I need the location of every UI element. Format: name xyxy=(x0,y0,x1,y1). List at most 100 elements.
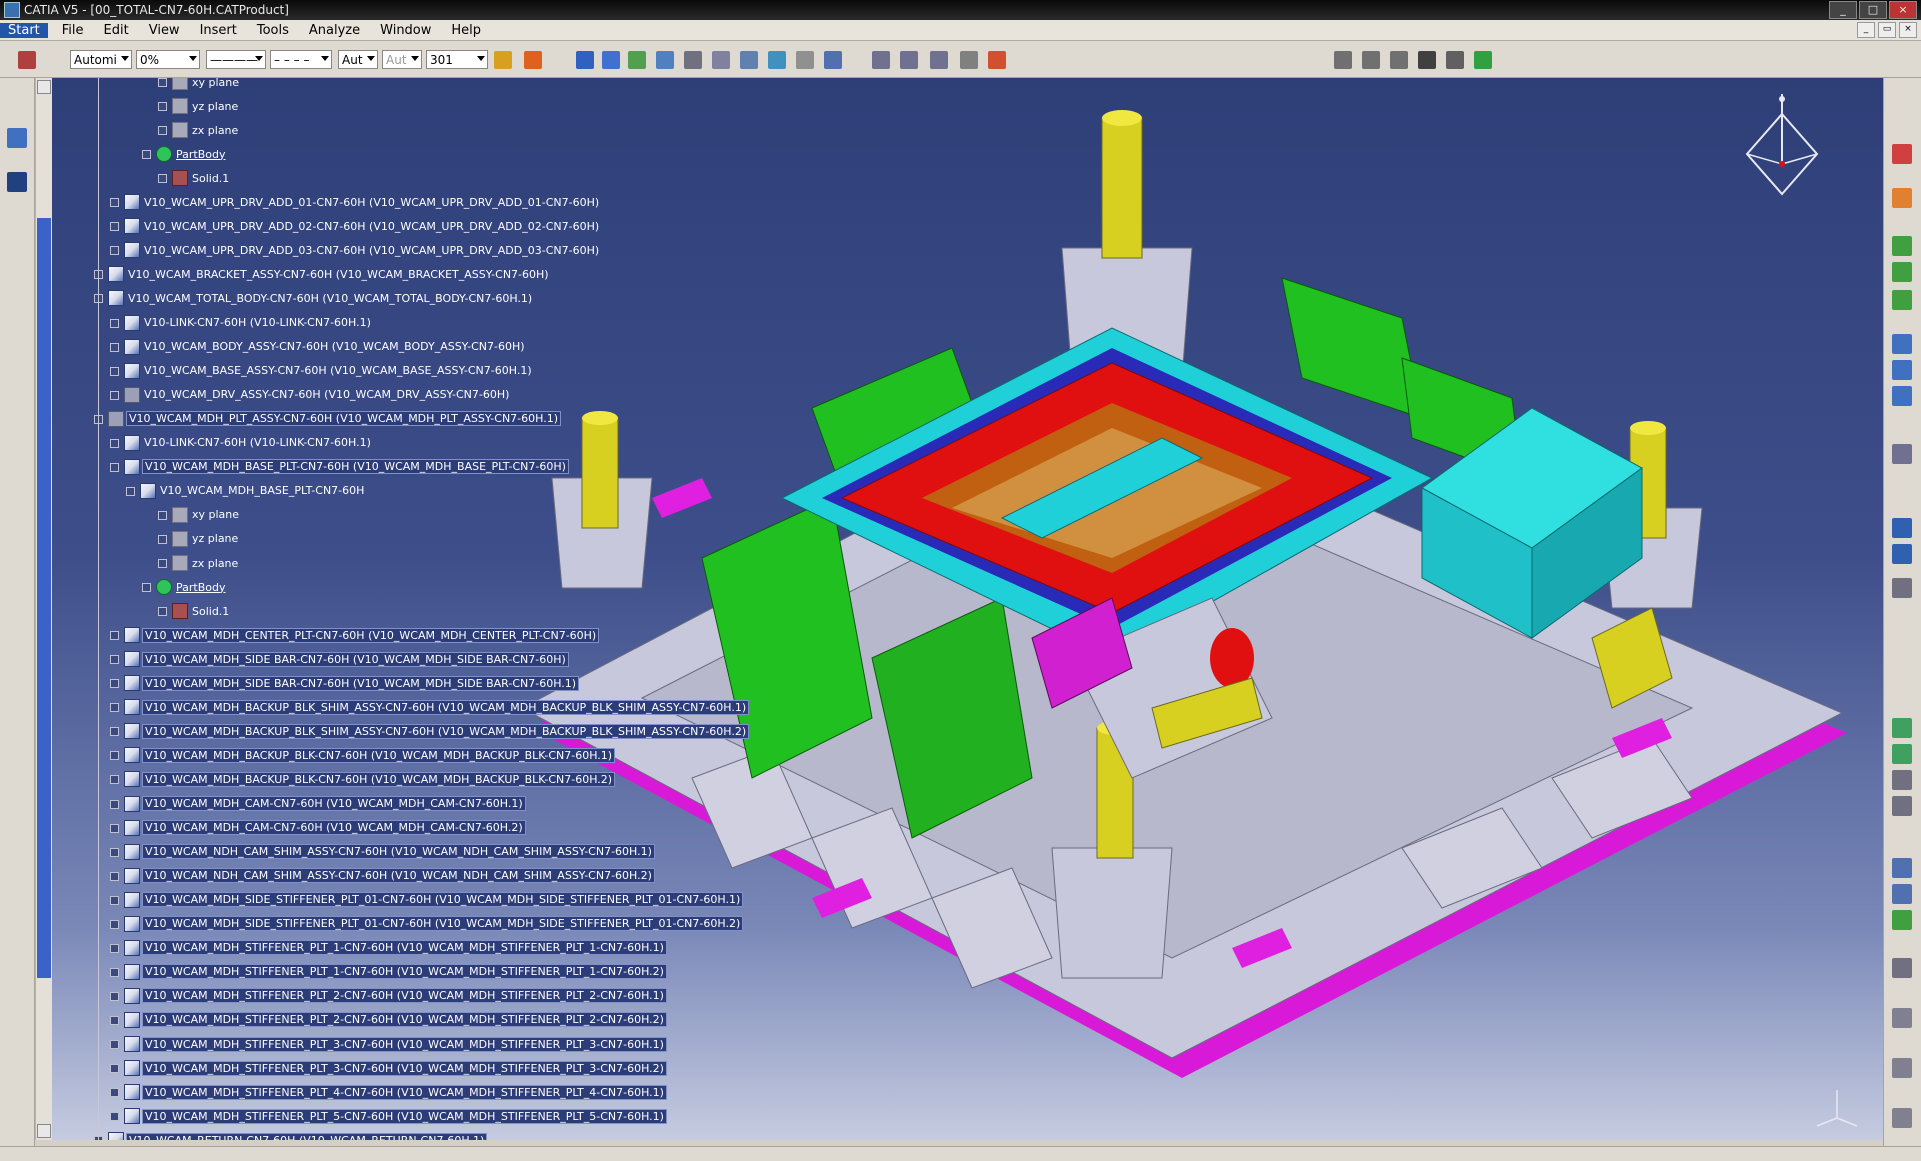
menu-analyze[interactable]: Analyze xyxy=(299,23,370,38)
explode-icon[interactable] xyxy=(768,51,786,69)
expand-toggle-icon[interactable] xyxy=(110,390,119,400)
snap-icon[interactable] xyxy=(1892,518,1912,538)
save-icon[interactable] xyxy=(1418,51,1436,69)
tree-node[interactable]: V10_WCAM_MDH_STIFFENER_PLT_3-CN7-60H (V1… xyxy=(110,1059,667,1077)
tree-scrollbar[interactable] xyxy=(35,78,52,1140)
analysis-icon-2[interactable] xyxy=(1892,884,1912,904)
catalog-icon[interactable] xyxy=(1474,51,1492,69)
tree-node[interactable]: V10_WCAM_MDH_BASE_PLT-CN7-60H xyxy=(126,482,366,500)
expand-toggle-icon[interactable] xyxy=(158,534,167,544)
expand-toggle-icon[interactable] xyxy=(110,1040,119,1049)
tree-node[interactable]: V10_WCAM_MDH_STIFFENER_PLT_1-CN7-60H (V1… xyxy=(110,963,667,981)
tree-node[interactable]: V10_WCAM_BRACKET_ASSY-CN7-60H (V10_WCAM_… xyxy=(94,265,551,283)
tree-node[interactable]: V10_WCAM_MDH_STIFFENER_PLT_1-CN7-60H (V1… xyxy=(110,939,667,957)
assembly-icon-3[interactable] xyxy=(1892,386,1912,406)
expand-toggle-icon[interactable] xyxy=(110,318,119,328)
clash-icon[interactable] xyxy=(988,51,1006,69)
constraint-icon-2[interactable] xyxy=(1892,744,1912,764)
menu-insert[interactable]: Insert xyxy=(190,23,247,38)
tree-node[interactable]: V10_WCAM_NDH_CAM_SHIM_ASSY-CN7-60H (V10_… xyxy=(110,843,655,861)
expand-toggle-icon[interactable] xyxy=(110,366,119,376)
render-icon[interactable] xyxy=(1892,1058,1912,1078)
analysis-icon-3[interactable] xyxy=(1892,910,1912,930)
compass-icon[interactable] xyxy=(1742,94,1822,204)
tree-node[interactable]: V10-LINK-CN7-60H (V10-LINK-CN7-60H.1) xyxy=(110,314,373,332)
expand-toggle-icon[interactable] xyxy=(110,799,119,809)
expand-toggle-icon[interactable] xyxy=(110,943,119,953)
tree-node[interactable]: V10_WCAM_BODY_ASSY-CN7-60H (V10_WCAM_BOD… xyxy=(110,338,527,356)
point-symbol-combo[interactable]: Aut xyxy=(338,50,378,69)
tree-toggle-icon[interactable] xyxy=(7,172,27,192)
tree-node[interactable]: xy plane xyxy=(158,506,241,524)
expand-toggle-icon[interactable] xyxy=(110,198,119,208)
tree-node[interactable]: V10_WCAM_MDH_CAM-CN7-60H (V10_WCAM_MDH_C… xyxy=(110,795,526,813)
expand-toggle-icon[interactable] xyxy=(110,751,119,761)
expand-toggle-icon[interactable] xyxy=(110,823,119,833)
abc-annotation-icon[interactable] xyxy=(900,51,918,69)
expand-toggle-icon[interactable] xyxy=(110,342,119,352)
color-combo[interactable]: Automi xyxy=(70,50,132,69)
expand-toggle-icon[interactable] xyxy=(158,78,167,87)
workbench-icon[interactable] xyxy=(7,128,27,148)
tree-node[interactable]: V10_WCAM_MDH_BACKUP_BLK_SHIM_ASSY-CN7-60… xyxy=(110,698,750,716)
maximize-button[interactable]: □ xyxy=(1859,1,1887,19)
component-icon-2[interactable] xyxy=(1892,262,1912,282)
linetype-combo[interactable]: ———— xyxy=(206,50,266,69)
expand-toggle-icon[interactable] xyxy=(142,583,151,593)
tree-node[interactable]: V10_WCAM_MDH_CAM-CN7-60H (V10_WCAM_MDH_C… xyxy=(110,819,526,837)
product-icon-2[interactable] xyxy=(602,51,620,69)
3d-viewport[interactable]: xy plane yz plane zx plane PartBody Solid.1 V… xyxy=(52,78,1883,1140)
expand-toggle-icon[interactable] xyxy=(110,871,119,881)
menu-view[interactable]: View xyxy=(139,23,190,38)
tree-node[interactable]: yz plane xyxy=(158,97,240,115)
scene-icon[interactable] xyxy=(740,51,758,69)
section-icon[interactable] xyxy=(960,51,978,69)
menu-tools[interactable]: Tools xyxy=(247,23,299,38)
expand-toggle-icon[interactable] xyxy=(110,1088,119,1098)
component-icon-3[interactable] xyxy=(1892,290,1912,310)
tree-node[interactable]: V10_WCAM_MDH_BACKUP_BLK-CN7-60H (V10_WCA… xyxy=(110,770,616,788)
constraint-icon[interactable] xyxy=(684,51,702,69)
tree-node[interactable]: V10_WCAM_MDH_STIFFENER_PLT_4-CN7-60H (V1… xyxy=(110,1083,667,1101)
minimize-button[interactable]: _ xyxy=(1829,1,1857,19)
constraint-icon-3[interactable] xyxy=(1892,770,1912,790)
move-compass-icon[interactable] xyxy=(1892,544,1912,564)
clip-icon[interactable] xyxy=(712,51,730,69)
tree-node[interactable]: V10-LINK-CN7-60H (V10-LINK-CN7-60H.1) xyxy=(110,434,373,452)
layer-combo[interactable]: 301 xyxy=(426,50,488,69)
constraint-icon-1[interactable] xyxy=(1892,718,1912,738)
tree-node[interactable]: V10_WCAM_MDH_BACKUP_BLK_SHIM_ASSY-CN7-60… xyxy=(110,722,750,740)
reorder-icon[interactable] xyxy=(1892,578,1912,598)
catia-app-icon[interactable] xyxy=(4,2,20,18)
tree-node[interactable]: V10_WCAM_MDH_STIFFENER_PLT_2-CN7-60H (V1… xyxy=(110,1011,667,1029)
measure-icon[interactable] xyxy=(872,51,890,69)
tree-node[interactable]: V10_WCAM_MDH_STIFFENER_PLT_5-CN7-60H (V1… xyxy=(110,1107,667,1125)
expand-toggle-icon[interactable] xyxy=(110,1112,119,1122)
tree-node[interactable]: yz plane xyxy=(158,530,240,548)
bom-list-icon[interactable] xyxy=(1362,51,1380,69)
expand-toggle-icon[interactable] xyxy=(110,967,119,977)
group-icon[interactable] xyxy=(824,51,842,69)
expand-toggle-icon[interactable] xyxy=(110,246,119,256)
expand-toggle-icon[interactable] xyxy=(110,462,119,472)
manipulate-icon[interactable] xyxy=(1892,444,1912,464)
tree-node[interactable]: xy plane xyxy=(158,78,241,91)
tree-node[interactable]: V10_WCAM_MDH_SIDE BAR-CN7-60H (V10_WCAM_… xyxy=(110,674,580,692)
doc-minimize-button[interactable]: _ xyxy=(1857,22,1875,38)
move-icon[interactable] xyxy=(796,51,814,69)
tree-node[interactable]: V10_WCAM_UPR_DRV_ADD_03-CN7-60H (V10_WCA… xyxy=(110,241,601,259)
select-arrow-icon[interactable] xyxy=(1892,188,1912,208)
tree-node[interactable]: V10_WCAM_MDH_BACKUP_BLK-CN7-60H (V10_WCA… xyxy=(110,746,616,764)
expand-toggle-icon[interactable] xyxy=(110,222,119,232)
expand-toggle-icon[interactable] xyxy=(158,559,167,568)
bilt-icon[interactable] xyxy=(1390,51,1408,69)
tree-node[interactable]: V10_WCAM_MDH_CENTER_PLT-CN7-60H (V10_WCA… xyxy=(110,626,600,644)
expand-toggle-icon[interactable] xyxy=(158,174,167,184)
expand-toggle-icon[interactable] xyxy=(110,991,119,1001)
assembly-icon-2[interactable] xyxy=(1892,360,1912,380)
tree-node[interactable]: V10_WCAM_RETURN-CN7-60H (V10_WCAM_RETURN… xyxy=(94,1131,488,1140)
tree-node[interactable]: V10_WCAM_MDH_STIFFENER_PLT_3-CN7-60H (V1… xyxy=(110,1035,667,1053)
menu-start[interactable]: Start xyxy=(0,22,48,38)
grid-icon[interactable] xyxy=(1446,51,1464,69)
expand-toggle-icon[interactable] xyxy=(110,775,119,785)
